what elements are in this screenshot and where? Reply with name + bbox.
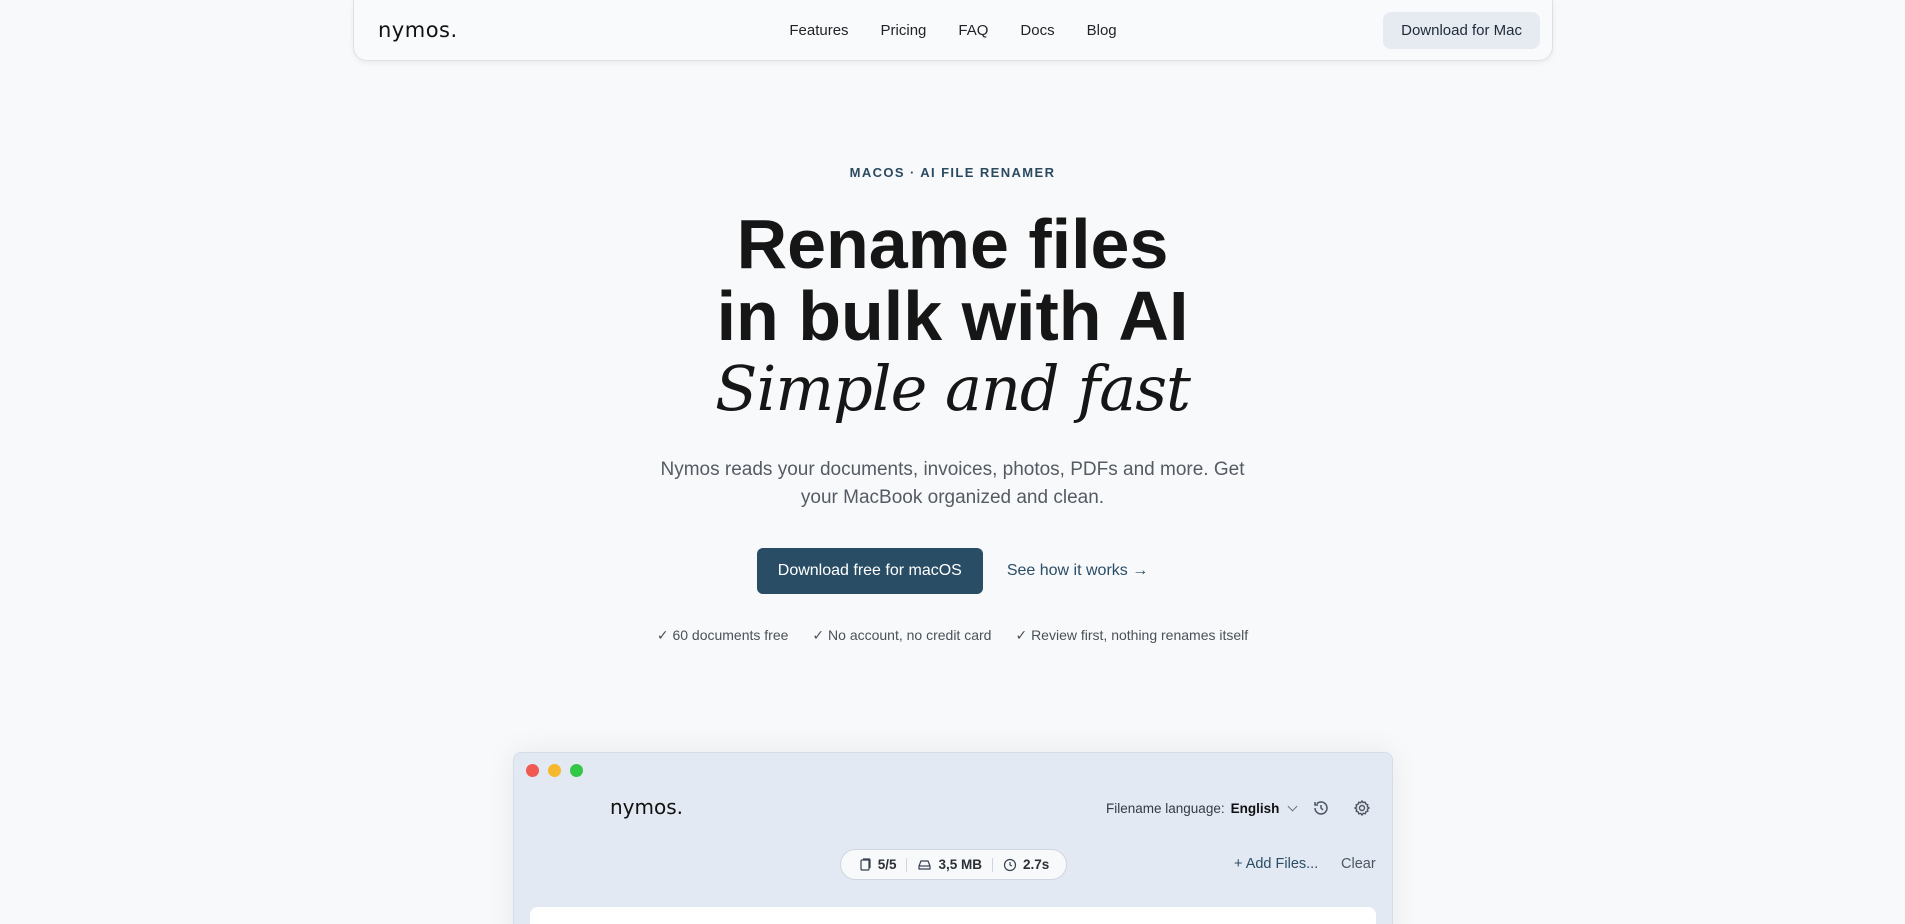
nav-link-docs[interactable]: Docs bbox=[1020, 22, 1054, 39]
drive-icon bbox=[918, 859, 932, 870]
chevron-down-icon bbox=[1287, 801, 1298, 812]
app-window-preview: nymos. Filename language: English 5/5 3,… bbox=[513, 752, 1393, 924]
check-item: ✓ Review first, nothing renames itself bbox=[1015, 627, 1249, 643]
hero-title-script: Simple and fast bbox=[715, 352, 1191, 425]
hero-eyebrow: MACOS · AI FILE RENAMER bbox=[849, 165, 1056, 180]
download-free-button[interactable]: Download free for macOS bbox=[756, 548, 983, 594]
divider bbox=[992, 857, 993, 872]
hero-cta-row: Download free for macOS See how it works… bbox=[0, 548, 1905, 594]
see-how-it-works-link[interactable]: See how it works → bbox=[1007, 562, 1148, 580]
clock-icon bbox=[1003, 858, 1017, 871]
filename-language-select[interactable]: Filename language: English bbox=[1106, 801, 1298, 816]
nav-link-faq[interactable]: FAQ bbox=[958, 22, 988, 39]
stat-time: 2.7s bbox=[1003, 857, 1049, 872]
hero-title: Rename files in bulk with AI bbox=[0, 208, 1905, 352]
settings-gear-icon[interactable] bbox=[1352, 798, 1372, 818]
nav-link-pricing[interactable]: Pricing bbox=[881, 22, 927, 39]
logo[interactable]: nymos. bbox=[378, 18, 458, 42]
stat-size: 3,5 MB bbox=[917, 857, 982, 872]
nav-links: Features Pricing FAQ Docs Blog bbox=[354, 0, 1552, 61]
nav-link-blog[interactable]: Blog bbox=[1087, 22, 1117, 39]
check-item: ✓ No account, no credit card bbox=[812, 627, 992, 643]
minimize-window-icon[interactable] bbox=[548, 764, 561, 777]
hero-checks: ✓ 60 documents free ✓ No account, no cre… bbox=[0, 627, 1905, 644]
check-item: ✓ 60 documents free bbox=[656, 627, 789, 643]
history-icon[interactable] bbox=[1311, 798, 1331, 818]
files-icon bbox=[860, 857, 871, 871]
window-controls bbox=[526, 764, 583, 777]
file-list-panel bbox=[530, 907, 1376, 924]
stats-pill: 5/5 3,5 MB 2.7s bbox=[840, 849, 1067, 880]
hero-title-line-2: in bulk with AI bbox=[716, 277, 1189, 355]
top-nav: nymos. Features Pricing FAQ Docs Blog Do… bbox=[353, 0, 1553, 61]
download-for-mac-button[interactable]: Download for Mac bbox=[1383, 11, 1540, 49]
close-window-icon[interactable] bbox=[526, 764, 539, 777]
clear-button[interactable]: Clear bbox=[1341, 856, 1376, 872]
hero-title-line-1: Rename files bbox=[736, 205, 1169, 283]
filename-language-label: Filename language: bbox=[1106, 801, 1225, 816]
add-files-button[interactable]: + Add Files... bbox=[1234, 856, 1318, 872]
nav-link-features[interactable]: Features bbox=[789, 22, 848, 39]
app-logo: nymos. bbox=[610, 795, 684, 819]
filename-language-value: English bbox=[1230, 801, 1280, 816]
hero-subtitle: Nymos reads your documents, invoices, ph… bbox=[660, 459, 1245, 508]
maximize-window-icon[interactable] bbox=[570, 764, 583, 777]
divider bbox=[906, 857, 908, 872]
stat-files: 5/5 bbox=[858, 857, 896, 872]
